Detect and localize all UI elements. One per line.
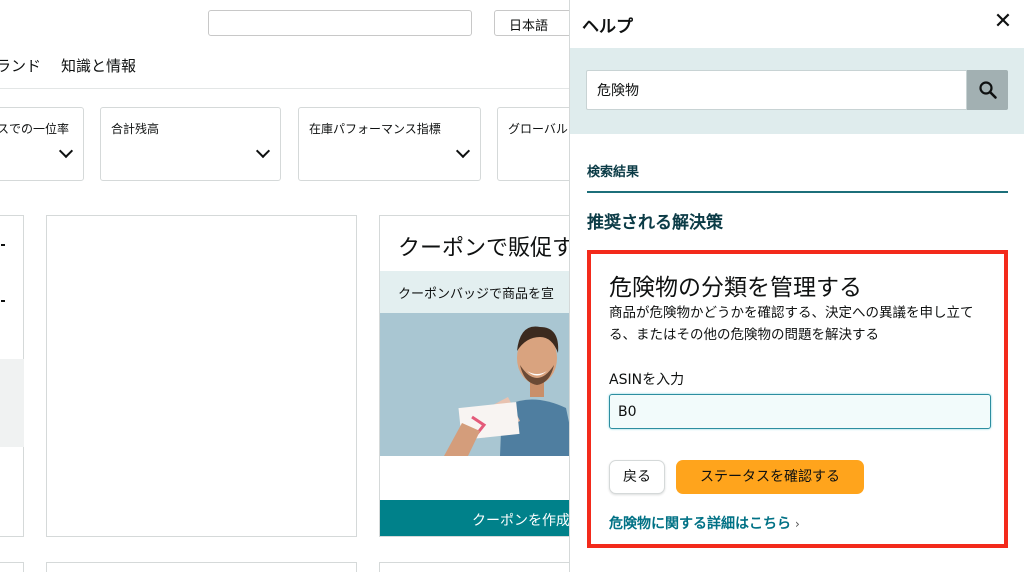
solution-title: 危険物の分類を管理する xyxy=(609,275,862,301)
help-panel: ヘルプ ✕ 検索結果 推奨される解決策 危険物の分類を管理する 商品が危険物かど… xyxy=(569,0,1024,572)
nav-divider xyxy=(0,88,570,89)
help-search-input[interactable] xyxy=(586,70,967,110)
partial-card xyxy=(0,215,24,537)
top-search-input[interactable] xyxy=(208,10,472,36)
coupon-card: クーポンで販促す クーポンバッジで商品を宣 クーポンを作成 xyxy=(379,215,570,537)
create-coupon-button[interactable]: クーポンを作成 xyxy=(380,500,570,536)
lower-card xyxy=(46,562,357,572)
person-holding-coupon-image xyxy=(380,313,570,456)
chevron-right-icon: › xyxy=(795,517,800,531)
detail-link-label: 危険物に関する詳細はこちら xyxy=(609,516,791,532)
close-icon[interactable]: ✕ xyxy=(991,10,1015,34)
check-status-button[interactable]: ステータスを確認する xyxy=(676,460,864,494)
metric-label: スでの一位率 xyxy=(0,122,70,136)
nav-item-brand[interactable]: ランド xyxy=(0,55,41,76)
lower-card xyxy=(0,562,24,572)
back-button[interactable]: 戻る xyxy=(609,460,665,494)
coupon-card-title: クーポンで販促す xyxy=(398,236,570,261)
help-header: ヘルプ ✕ xyxy=(570,0,1024,48)
metric-label: 在庫パフォーマンス指標 xyxy=(309,122,441,136)
metric-label: 合計残高 xyxy=(111,122,160,136)
metric-card-buybox[interactable]: スでの一位率 xyxy=(0,107,84,181)
lower-card xyxy=(379,562,570,572)
solution-description: 商品が危険物かどうかを確認する、決定への異議を申し立てる、またはその他の危険物の… xyxy=(609,305,974,343)
metric-card-global[interactable]: グローバル xyxy=(497,107,570,181)
empty-card xyxy=(46,215,357,537)
bullet-mark xyxy=(1,300,5,302)
gray-panel xyxy=(0,359,24,447)
recommended-heading: 推奨される解決策 xyxy=(587,213,723,233)
hazmat-details-link[interactable]: 危険物に関する詳細はこちら › xyxy=(609,513,800,533)
nav-item-knowledge[interactable]: 知識と情報 xyxy=(61,55,136,76)
asin-label: ASINを入力 xyxy=(609,372,685,388)
chevron-down-icon xyxy=(455,143,471,159)
search-icon xyxy=(979,81,997,99)
bullet-mark xyxy=(1,244,5,246)
chevron-down-icon xyxy=(255,143,271,159)
language-select[interactable]: 日本語 xyxy=(494,10,570,36)
metric-card-inventory[interactable]: 在庫パフォーマンス指標 xyxy=(298,107,481,181)
results-heading: 検索結果 xyxy=(587,165,640,180)
solution-card: 危険物の分類を管理する 商品が危険物かどうかを確認する、決定への異議を申し立てる… xyxy=(587,250,1008,548)
coupon-card-subtitle: クーポンバッジで商品を宣 xyxy=(380,271,570,313)
metric-label: グローバル xyxy=(508,122,568,136)
coupon-photo xyxy=(380,313,570,456)
asin-input[interactable] xyxy=(609,394,991,429)
help-search-area xyxy=(570,48,1024,134)
help-title: ヘルプ xyxy=(582,17,633,37)
results-divider xyxy=(587,191,1008,193)
search-button[interactable] xyxy=(967,70,1008,110)
metric-card-balance[interactable]: 合計残高 xyxy=(100,107,281,181)
chevron-down-icon xyxy=(58,143,74,159)
background-page: 日本語 ランド 知識と情報 スでの一位率 合計残高 在庫パフォーマンス指標 グロ… xyxy=(0,0,570,572)
